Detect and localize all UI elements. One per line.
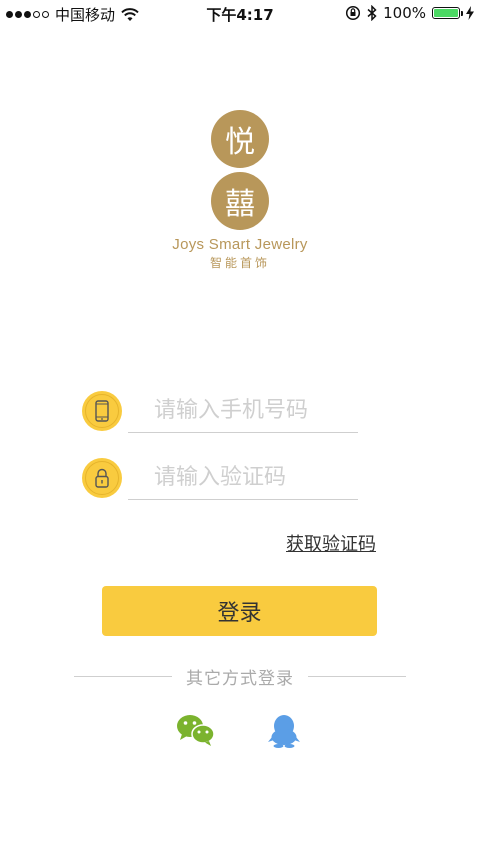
- phone-input[interactable]: [128, 389, 358, 433]
- logo-chinese-text: 智能首饰: [209, 256, 270, 270]
- phone-icon: [82, 391, 122, 431]
- qq-icon: [268, 715, 300, 748]
- rotation-lock-icon: [346, 5, 361, 21]
- logo-english-text: Joys Smart Jewelry: [172, 236, 308, 253]
- status-right: 100%: [345, 4, 474, 22]
- wechat-icon: [177, 715, 215, 746]
- verification-code-input[interactable]: [128, 456, 358, 500]
- qq-login-button[interactable]: [266, 713, 306, 753]
- battery-percent: 100%: [383, 4, 426, 22]
- charging-icon: [466, 6, 474, 20]
- brand-logo: 悦 囍 Joys Smart Jewelry 智能首饰: [0, 110, 480, 271]
- logo-char-top: 悦: [211, 110, 269, 168]
- lock-icon: [82, 458, 122, 498]
- code-field-row: [82, 448, 360, 500]
- wechat-login-button[interactable]: [176, 713, 216, 753]
- status-bar: 中国移动 下午4:17 100%: [0, 0, 480, 28]
- bluetooth-icon: [367, 5, 377, 21]
- phone-field-row: [82, 381, 360, 433]
- logo-char-bottom: 囍: [211, 172, 269, 230]
- divider-line-right: [308, 675, 406, 677]
- login-button[interactable]: 登录: [102, 586, 377, 636]
- get-code-link[interactable]: 获取验证码: [286, 530, 376, 556]
- other-login-divider: 其它方式登录: [74, 664, 406, 689]
- other-login-label: 其它方式登录: [186, 668, 294, 689]
- battery-icon: [432, 7, 463, 19]
- divider-line-left: [74, 675, 172, 677]
